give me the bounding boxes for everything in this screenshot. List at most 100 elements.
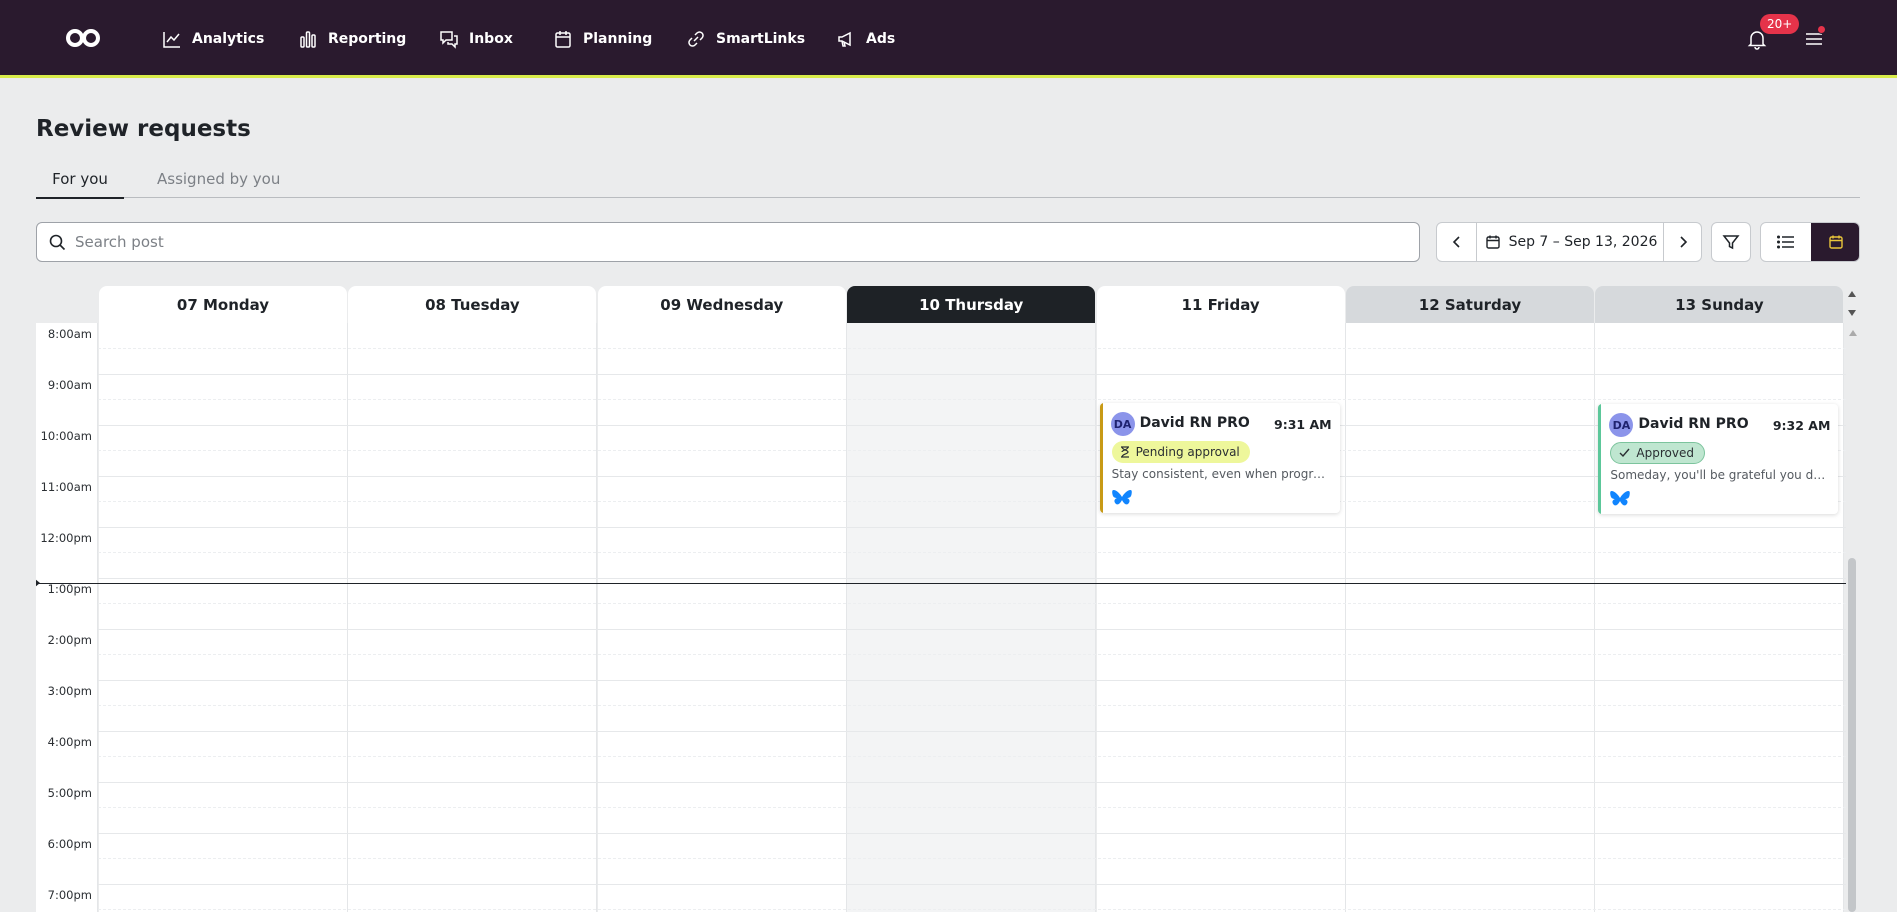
tab-bar: For you Assigned by you <box>36 168 1860 199</box>
time-label: 11:00am <box>40 480 92 494</box>
time-label: 7:00pm <box>47 888 92 902</box>
search-input[interactable] <box>75 223 1405 261</box>
nav-smartlinks[interactable]: SmartLinks <box>686 27 805 51</box>
grid-line <box>98 628 1846 630</box>
day-header[interactable]: 11 Friday <box>1096 286 1345 323</box>
grid-line <box>98 654 1846 655</box>
tab-for-you[interactable]: For you <box>36 170 124 199</box>
grid-line <box>98 909 1846 910</box>
grid-line <box>98 424 1846 426</box>
nav-ads-label: Ads <box>866 31 896 47</box>
calendar-view-button[interactable] <box>1811 223 1859 261</box>
nav-analytics[interactable]: Analytics <box>162 27 264 51</box>
nav-ads[interactable]: Ads <box>836 27 895 51</box>
time-label: 6:00pm <box>47 837 92 851</box>
grid-line <box>98 603 1846 604</box>
week-calendar: 07 Monday 08 Tuesday 09 Wednesday 10 Thursd… <box>36 286 1860 912</box>
time-label: 5:00pm <box>47 786 92 800</box>
date-range-picker[interactable]: Sep 7 – Sep 13, 2026 <box>1478 223 1664 261</box>
author-name: David RN PRO <box>1638 416 1749 432</box>
calendar-grid: 8:00am 9:00am 10:00am 11:00am 12:00pm 1:00pm 2… <box>36 323 1846 912</box>
nav-reporting-label: Reporting <box>328 31 407 47</box>
grid-line <box>98 373 1846 375</box>
grid-line <box>98 475 1846 477</box>
search-icon <box>49 234 66 251</box>
grid-line <box>98 552 1846 553</box>
page-title: Review requests <box>36 116 251 142</box>
chevron-right-icon <box>1679 236 1687 248</box>
link-icon <box>688 31 704 47</box>
grid-line <box>98 526 1846 528</box>
post-preview-text: Someday, you'll be grateful you didn't g… <box>1610 468 1828 482</box>
grid-line <box>98 450 1846 451</box>
time-label: 1:00pm <box>47 582 92 596</box>
post-preview-text: Stay consistent, even when progress is s… <box>1111 467 1330 481</box>
status-label: Pending approval <box>1135 445 1240 459</box>
butterfly-icon <box>1610 491 1631 506</box>
nav-planning-label: Planning <box>583 31 653 47</box>
time-label: 3:00pm <box>47 684 92 698</box>
grid-line <box>98 577 1846 579</box>
date-navigator: Sep 7 – Sep 13, 2026 <box>1436 222 1702 262</box>
calendar-icon <box>1485 235 1500 249</box>
brand-logo-icon[interactable] <box>65 26 101 50</box>
time-label: 10:00am <box>40 429 92 443</box>
scroll-up-arrow[interactable] <box>1848 291 1856 297</box>
grid-line <box>98 705 1846 706</box>
previous-week-button[interactable] <box>1437 223 1477 261</box>
nav-inbox[interactable]: Inbox <box>439 27 513 51</box>
day-column[interactable] <box>847 323 1097 912</box>
day-column[interactable] <box>597 323 847 912</box>
date-range-label: Sep 7 – Sep 13, 2026 <box>1508 234 1658 250</box>
status-badge: Pending approval <box>1111 441 1250 463</box>
tab-assigned-by-you[interactable]: Assigned by you <box>157 170 280 196</box>
post-card[interactable]: DA David RN PRO 9:31 AM Pending approval Sta… <box>1099 403 1340 513</box>
filter-icon <box>1722 235 1740 250</box>
day-header[interactable]: 09 Wednesday <box>597 286 846 323</box>
grid-scroll-up-arrow[interactable] <box>1849 330 1857 336</box>
list-view-button[interactable] <box>1761 223 1811 261</box>
day-header[interactable]: 13 Sunday <box>1595 286 1844 323</box>
avatar: DA <box>1110 412 1135 436</box>
current-time-marker <box>36 579 40 587</box>
current-time-line <box>36 583 1846 584</box>
calendar-view-icon <box>1829 235 1843 249</box>
view-toggle <box>1760 222 1860 262</box>
post-time: 9:32 AM <box>1772 418 1831 433</box>
author-name: David RN PRO <box>1139 415 1250 431</box>
analytics-icon <box>163 32 180 48</box>
inbox-icon <box>440 31 458 49</box>
post-time: 9:31 AM <box>1274 417 1332 432</box>
grid-line <box>98 348 1846 349</box>
grid-line <box>98 756 1846 757</box>
status-label: Approved <box>1636 446 1694 460</box>
next-week-button[interactable] <box>1663 223 1701 261</box>
post-card[interactable]: DA David RN PRO 9:32 AM Approved Someday, yo… <box>1598 404 1839 514</box>
grid-line <box>98 679 1846 681</box>
reporting-icon <box>300 31 316 48</box>
butterfly-icon <box>1111 490 1132 505</box>
day-header[interactable]: 07 Monday <box>99 286 347 323</box>
nav-planning[interactable]: Planning <box>553 27 652 51</box>
grid-line <box>98 730 1846 732</box>
nav-analytics-label: Analytics <box>192 31 265 47</box>
check-icon <box>1619 448 1630 458</box>
filter-button[interactable] <box>1711 222 1751 262</box>
notification-badge: 20+ <box>1760 14 1800 34</box>
day-column[interactable] <box>99 323 348 912</box>
day-column[interactable] <box>1346 323 1595 912</box>
status-badge: Approved <box>1610 442 1705 464</box>
time-label: 4:00pm <box>47 735 92 749</box>
nav-reporting[interactable]: Reporting <box>298 27 406 51</box>
day-header[interactable]: 10 Thursday <box>847 286 1096 323</box>
day-header[interactable]: 08 Tuesday <box>348 286 597 323</box>
vertical-scrollbar[interactable] <box>1848 558 1856 912</box>
time-label: 8:00am <box>47 327 92 341</box>
scroll-down-arrow[interactable] <box>1848 310 1856 316</box>
day-header[interactable]: 12 Saturday <box>1346 286 1594 323</box>
day-column[interactable] <box>348 323 598 912</box>
time-gutter: 8:00am 9:00am 10:00am 11:00am 12:00pm 1:00pm 2… <box>36 323 98 912</box>
grid-line <box>98 858 1846 859</box>
planning-icon <box>555 31 571 48</box>
status-color-bar <box>1598 404 1602 514</box>
